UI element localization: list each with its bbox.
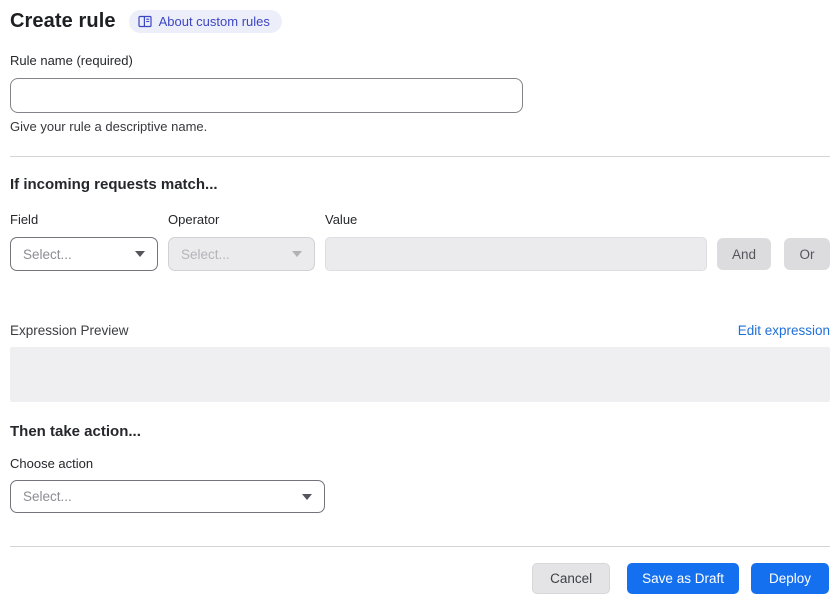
- expression-preview-box: [10, 347, 830, 402]
- value-input[interactable]: [325, 237, 707, 271]
- chevron-down-icon: [302, 493, 312, 500]
- field-label: Field: [10, 212, 39, 227]
- expression-preview-row: Expression Preview Edit expression: [10, 323, 830, 338]
- or-button[interactable]: Or: [784, 238, 830, 270]
- operator-select-placeholder: Select...: [181, 246, 230, 262]
- deploy-button[interactable]: Deploy: [750, 563, 829, 594]
- about-custom-rules-link[interactable]: About custom rules: [128, 10, 282, 33]
- about-badge-label: About custom rules: [158, 14, 270, 29]
- create-rule-page: Create rule About custom rules Rule name…: [0, 0, 839, 597]
- operator-select[interactable]: Select...: [168, 237, 315, 271]
- choose-action-placeholder: Select...: [23, 489, 72, 504]
- page-header: Create rule About custom rules: [10, 10, 830, 33]
- page-title: Create rule: [10, 10, 116, 32]
- book-docs-icon: [137, 15, 152, 28]
- rule-name-section: Rule name (required) Give your rule a de…: [10, 52, 830, 134]
- match-section-heading: If incoming requests match...: [10, 176, 218, 193]
- chevron-down-icon: [292, 251, 302, 257]
- rule-name-helper-text: Give your rule a descriptive name.: [10, 119, 208, 134]
- chevron-down-icon: [135, 251, 145, 257]
- field-select-placeholder: Select...: [23, 246, 72, 262]
- operator-label: Operator: [168, 212, 220, 227]
- edit-expression-link[interactable]: Edit expression: [738, 323, 830, 338]
- match-labels-row: Field Operator Value: [10, 212, 830, 227]
- action-section-heading: Then take action...: [10, 423, 141, 440]
- save-as-draft-button[interactable]: Save as Draft: [627, 563, 739, 594]
- expression-preview-label: Expression Preview: [10, 323, 129, 338]
- choose-action-select[interactable]: Select...: [10, 480, 325, 513]
- rule-name-input[interactable]: [10, 78, 523, 113]
- footer-divider: [10, 546, 830, 547]
- field-select[interactable]: Select...: [10, 237, 158, 271]
- section-divider: [10, 156, 830, 157]
- choose-action-label: Choose action: [10, 456, 94, 471]
- footer-actions: Cancel Save as Draft Deploy: [10, 563, 830, 594]
- and-button[interactable]: And: [717, 238, 771, 270]
- rule-name-label: Rule name (required): [10, 53, 133, 68]
- match-controls-row: Select... Select... And Or: [10, 237, 830, 271]
- cancel-button[interactable]: Cancel: [532, 563, 611, 594]
- value-label: Value: [325, 212, 358, 227]
